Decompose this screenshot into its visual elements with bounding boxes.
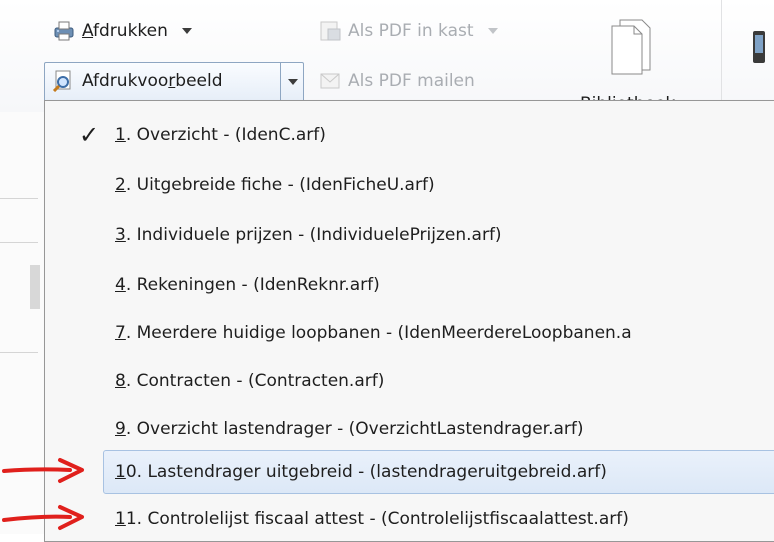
library-button[interactable]: Bibliotheek <box>578 16 698 114</box>
printer-icon <box>52 20 76 42</box>
print-preview-menu: ✓ 1. Overzicht - (IdenC.arf) 2. Uitgebre… <box>44 100 774 542</box>
chevron-down-icon[interactable] <box>181 28 192 34</box>
chevron-down-icon[interactable] <box>288 79 298 85</box>
menu-item-lastendrager-uitgebreid[interactable]: 10. Lastendrager uitgebreid - (lastendra… <box>103 450 774 494</box>
checkmark-icon: ✓ <box>79 121 100 149</box>
pdf-cabinet-icon <box>318 20 342 42</box>
menu-item-rekeningen[interactable]: 4. Rekeningen - (IdenReknr.arf) <box>45 263 774 307</box>
pdf-mail-icon <box>318 70 342 92</box>
menu-item-uitgebreide-fiche[interactable]: 2. Uitgebreide fiche - (IdenFicheU.arf) <box>45 163 774 207</box>
print-preview-label: Afdrukvoorbeeld <box>82 71 223 91</box>
menu-item-overzicht[interactable]: ✓ 1. Overzicht - (IdenC.arf) <box>45 113 774 157</box>
pdf-mail-label: Als PDF mailen <box>348 71 475 91</box>
library-icon <box>606 16 656 80</box>
menu-item-overzicht-lastendrager[interactable]: 9. Overzicht lastendrager - (OverzichtLa… <box>45 407 774 451</box>
annotation-arrow-icon <box>2 458 84 483</box>
ribbon: Afdrukken Afdrukvoorbeeld Als PDF in kas… <box>0 0 774 114</box>
magnifier-icon <box>52 70 76 93</box>
pdf-mail-button[interactable]: Als PDF mailen <box>318 66 475 96</box>
print-button[interactable]: Afdrukken <box>52 16 192 46</box>
chevron-down-icon[interactable] <box>487 28 498 34</box>
menu-item-individuele-prijzen[interactable]: 3. Individuele prijzen - (IndividuelePri… <box>45 213 774 257</box>
device-icon <box>752 30 766 68</box>
menu-item-controlelijst-fiscaal-attest[interactable]: 11. Controlelijst fiscaal attest - (Cont… <box>45 497 774 541</box>
annotation-arrow-icon <box>2 505 84 530</box>
pdf-in-kast-button[interactable]: Als PDF in kast <box>318 16 498 46</box>
print-preview-button[interactable]: Afdrukvoorbeeld <box>52 66 223 96</box>
pdf-in-kast-label: Als PDF in kast <box>348 21 474 41</box>
menu-item-meerdere-loopbanen[interactable]: 7. Meerdere huidige loopbanen - (IdenMee… <box>45 311 774 355</box>
menu-item-contracten[interactable]: 8. Contracten - (Contracten.arf) <box>45 359 774 403</box>
print-label: Afdrukken <box>82 21 168 41</box>
